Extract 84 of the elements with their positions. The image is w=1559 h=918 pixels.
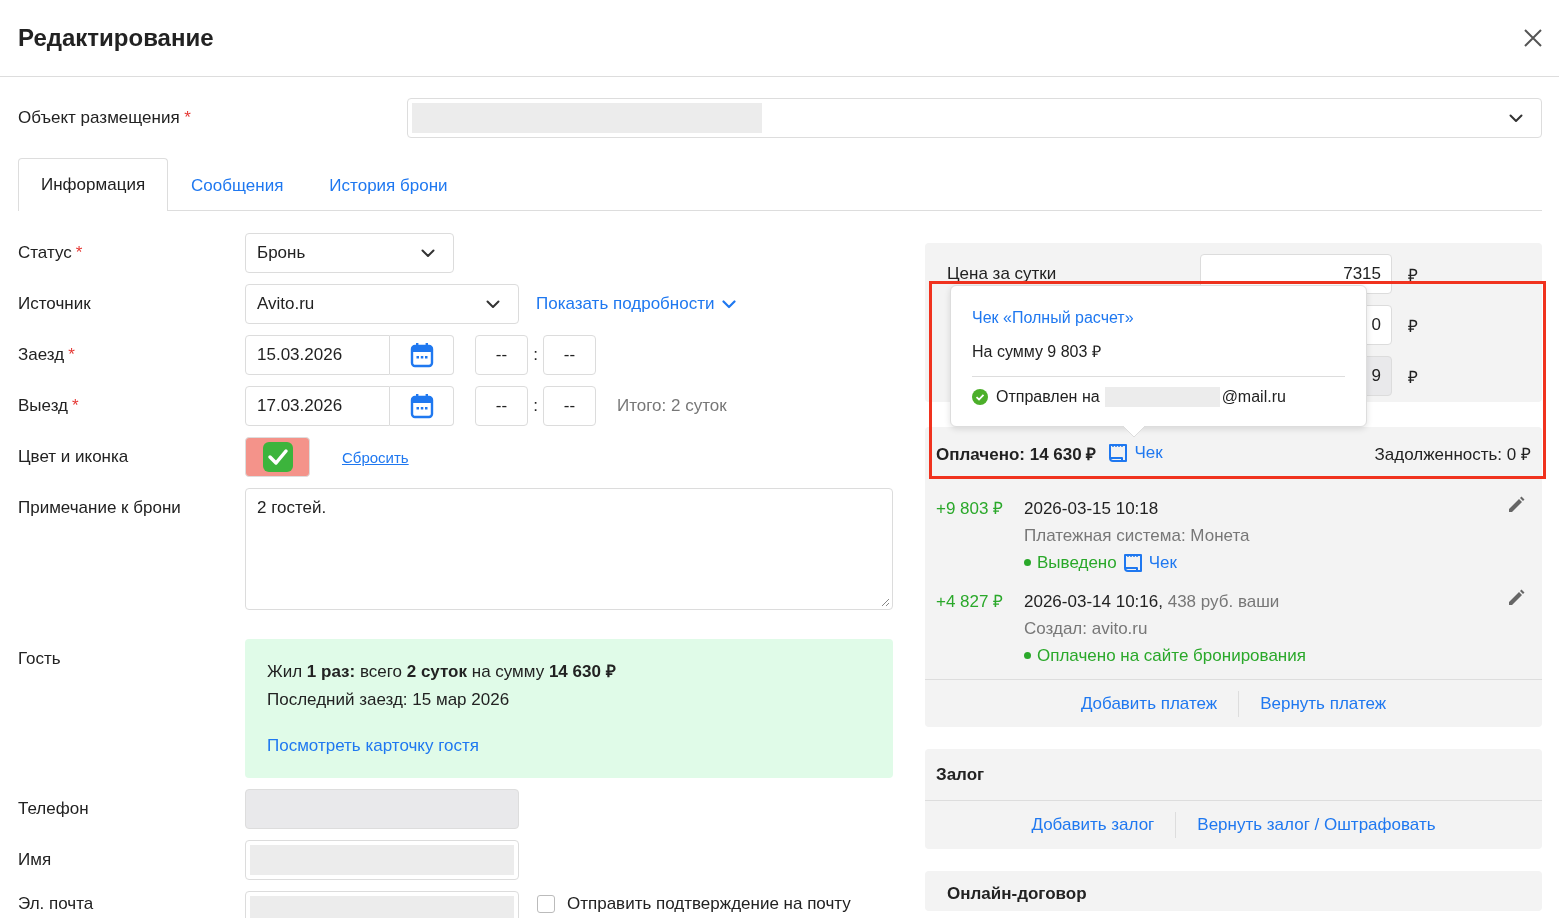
receipt-icon [1108,443,1129,463]
status-select[interactable]: Бронь [245,233,454,273]
email-suffix: @mail.ru [1221,388,1286,406]
field-label: Объект размещения * [18,108,192,128]
currency-label: ₽ [1408,366,1418,388]
hour-field[interactable]: -- [475,386,528,426]
currency-label: ₽ [1408,264,1418,286]
debt-total: Задолженность: 0 ₽ [1374,443,1531,465]
field-label: Цена за сутки [947,264,1058,284]
caret-icon [486,299,500,309]
payment-detail: Создал: avito.ru [1024,618,1149,640]
object-select[interactable] [407,98,1542,138]
guest-summary: Жил 1 раз: всего 2 суток на сумму 14 630 ₽ [267,662,617,682]
receipt-link[interactable]: Чек [1122,549,1177,576]
source-select[interactable]: Avito.ru [245,284,519,324]
time-separator: : [532,345,539,365]
action-link[interactable]: Вернуть платеж [1239,693,1408,714]
receipt-amount: На сумму 9 803 ₽ [972,342,1102,362]
payment-amount: +9 803 ₽ [936,498,1005,520]
receipt-link[interactable]: Чек [1108,443,1163,463]
payment-status: Выведено [1037,552,1117,574]
field-label: Имя [18,849,53,871]
details-link[interactable]: Показать подробности [536,294,737,314]
tab[interactable]: История брони [306,159,471,211]
edit-icon[interactable] [1507,496,1525,514]
action-link[interactable]: Добавить залог [1010,815,1176,835]
field-label: Телефон [18,798,90,820]
check-icon [262,442,293,472]
calendar-icon [409,393,434,419]
section-title: Онлайн-договор [947,884,1087,903]
reset-link[interactable]: Сбросить [342,448,409,466]
paid-total: Оплачено: 14 630 ₽ [936,443,1097,465]
dot-icon [1024,652,1031,659]
time-separator: : [532,396,539,416]
check-circle-icon [972,389,988,405]
field-label: Гость [18,648,62,670]
section-title: Залог [925,749,1542,801]
dot-icon [1024,559,1031,566]
receipt-title-link[interactable]: Чек «Полный расчет» [972,309,1134,326]
color-icon-picker[interactable] [245,437,310,477]
minute-field[interactable]: -- [543,335,596,375]
minute-field[interactable]: -- [543,386,596,426]
currency-label: ₽ [1408,315,1418,337]
field-label: Цвет и иконка [18,446,130,468]
action-link[interactable]: Вернуть залог / Оштрафовать [1176,815,1457,835]
guest-card-link[interactable]: Посмотреть карточку гостя [267,736,871,756]
field-label: Примечание к брони [18,497,182,519]
phone-field[interactable] [245,789,519,829]
field-label: Источник [18,293,92,315]
field-label: Заезд * [18,344,76,366]
tab[interactable]: Сообщения [168,159,307,211]
resize-grip-icon [881,598,890,607]
calendar-button[interactable] [390,386,454,426]
chevron-down-icon [722,299,737,309]
dialog-title: Редактирование [18,24,214,52]
payment-detail: Платежная система: Монета [1024,525,1251,547]
nights-total: Итого: 2 суток [617,396,727,416]
field-label: Эл. почта [18,893,95,915]
field-label: Статус * [18,242,84,264]
date-field[interactable]: 15.03.2026 [245,335,390,375]
receipt-icon [1122,552,1143,573]
close-button[interactable] [1523,28,1543,48]
field-label: Выезд * [18,395,80,417]
payment-amount: +4 827 ₽ [936,591,1005,613]
last-visit-text: Последний заезд: 15 мар 2026 [267,690,511,710]
payment-status: Оплачено на сайте бронирования [1037,645,1306,667]
payment-date: 2026-03-15 10:18 [1024,499,1159,518]
caret-icon [1509,113,1523,123]
edit-icon[interactable] [1507,589,1525,607]
calendar-icon [409,342,434,368]
close-icon [1523,28,1543,48]
note-field[interactable]: 2 гостей. [245,488,893,610]
checkbox-label: Отправить подтверждение на почту [567,893,851,914]
tab[interactable]: Информация [18,158,169,211]
sent-label: Отправлен на [996,388,1100,406]
caret-icon [421,248,435,258]
action-link[interactable]: Добавить платеж [1059,693,1239,714]
payment-comment: 438 руб. ваши [1167,592,1280,611]
checkbox[interactable] [537,895,555,913]
payment-date: 2026-03-14 10:16, [1024,592,1163,611]
calendar-button[interactable] [390,335,454,375]
hour-field[interactable]: -- [475,335,528,375]
name-field[interactable] [245,840,519,880]
date-field[interactable]: 17.03.2026 [245,386,390,426]
